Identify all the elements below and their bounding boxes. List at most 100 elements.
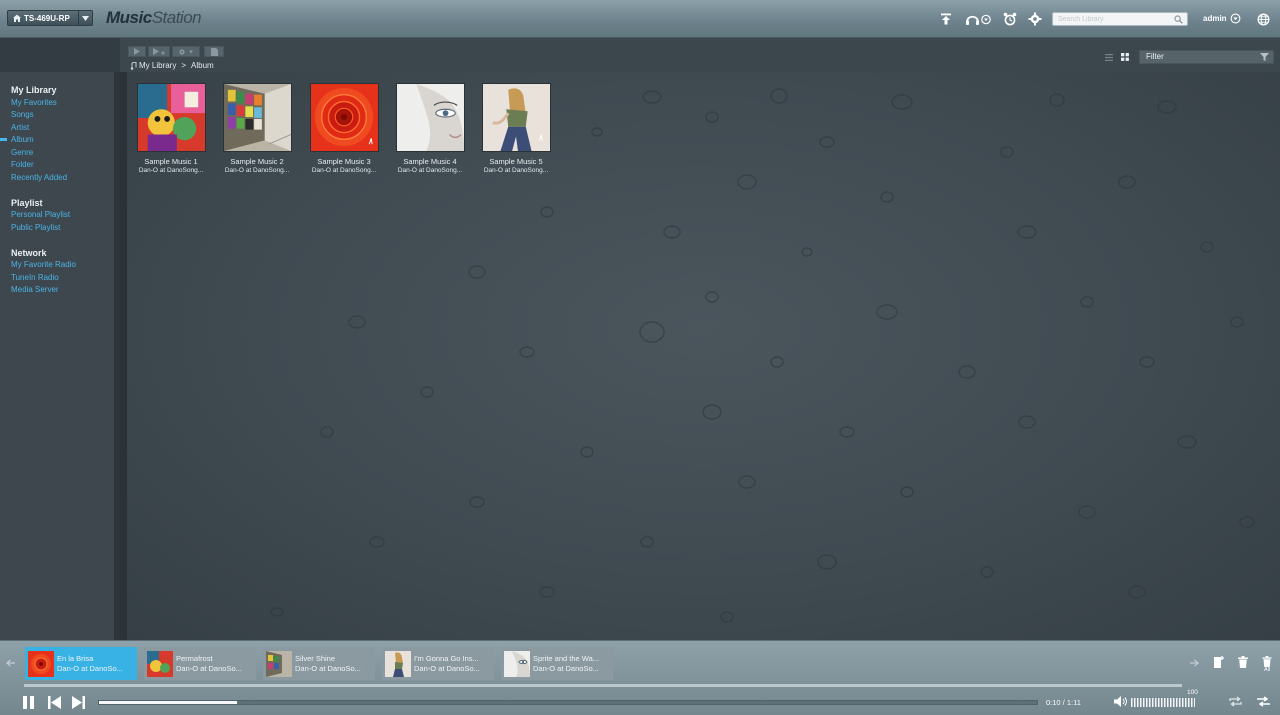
queue-item-artist: Dan-O at DanoSo... [533,664,599,673]
play-plus-icon [153,48,165,55]
trash-icon [1238,656,1248,668]
grid-view-icon [1120,53,1129,61]
list-view-button[interactable] [1101,51,1116,63]
upload-icon[interactable] [938,11,954,27]
gear-dropdown-icon [179,48,193,55]
chevron-down-icon [78,11,92,25]
queue-item-title: Silver Shine [295,654,336,663]
playback-time: 0:10 / 1:11 [1046,698,1081,707]
sidebar-heading-network: Network [11,248,47,258]
breadcrumb-separator: > [181,61,187,70]
search-box [1052,12,1188,26]
queue-item[interactable]: Silver Shine Dan-O at DanoSo... [263,647,375,680]
queue-item[interactable]: I'm Gonna Go Ins... Dan-O at DanoSo... [382,647,494,680]
sidebar-item-songs[interactable]: Songs [11,110,34,119]
pause-button[interactable] [21,694,35,710]
top-bar: TS-469U-RP MusicStation admin [0,0,1280,38]
breadcrumb-root[interactable]: My Library [139,61,176,70]
album-cover[interactable] [395,83,465,152]
queue-item-now-playing[interactable]: En la Brisa Dan-O at DanoSo... [25,647,137,680]
file-info-button[interactable] [204,46,224,57]
grid-view-button[interactable] [1117,51,1132,63]
album-title: Sample Music 3 [317,157,371,166]
playback-progress-fill [99,701,237,704]
sidebar-item-personal-playlist[interactable]: Personal Playlist [11,210,70,219]
sidebar-heading-playlist: Playlist [11,198,43,208]
album-card[interactable]: Sample Music 5 Dan-O at DanoSong... [480,83,552,174]
headphones-output-icon[interactable] [964,11,992,27]
sidebar-item-tunein-radio[interactable]: TuneIn Radio [11,273,59,282]
album-cover[interactable] [309,83,379,152]
album-artist: Dan-O at DanoSong... [224,167,290,174]
sidebar-item-artist[interactable]: Artist [11,123,29,132]
sidebar-item-album[interactable]: Album [11,135,34,144]
sidebar-item-public-playlist[interactable]: Public Playlist [11,223,60,232]
raindrop-background [270,88,1255,623]
queue-thumbnail [504,650,530,677]
sidebar-item-media-server[interactable]: Media Server [11,285,59,294]
selected-indicator [0,138,7,141]
previous-track-button[interactable] [46,694,62,710]
queue-item[interactable]: Sprite and the Wa... Dan-O at DanoSo... [501,647,613,680]
queue-thumbnail [28,650,54,677]
queue-item-title: Sprite and the Wa... [533,654,600,663]
user-menu[interactable]: admin [1203,13,1241,24]
queue-thumbnail [147,650,173,677]
sidebar-item-my-favorite-radio[interactable]: My Favorite Radio [11,260,76,269]
filter-placeholder: Filter [1146,52,1164,61]
sidebar-item-folder[interactable]: Folder [11,160,34,169]
queue-item-title: En la Brisa [57,654,94,663]
trash-all-icon [1262,655,1272,667]
queue-scrollbar[interactable] [24,684,1182,687]
repeat-icon [1228,695,1242,707]
save-playlist-button[interactable] [1212,655,1226,669]
queue-item[interactable]: Permafrost Dan-O at DanoSo... [144,647,256,680]
skip-next-icon [71,695,85,709]
album-cover[interactable] [136,83,206,152]
album-title: Sample Music 2 [230,157,284,166]
sidebar: My Library My Favorites Songs Artist Alb… [0,72,120,640]
filter-field[interactable]: Filter [1139,50,1274,64]
device-name: TS-469U-RP [24,13,70,23]
search-icon[interactable] [1174,15,1183,24]
shuffle-button[interactable] [1256,694,1270,708]
remove-all-button[interactable]: All [1259,654,1275,674]
queue-item-artist: Dan-O at DanoSo... [176,664,242,673]
globe-language-icon[interactable] [1255,11,1271,27]
app-logo: MusicStation [106,8,202,27]
album-artist: Dan-O at DanoSong... [311,167,377,174]
queue-scroll-right-button[interactable] [1188,656,1200,670]
remove-button[interactable] [1236,655,1250,669]
speaker-icon [1113,695,1127,707]
gear-icon[interactable] [1027,11,1043,27]
play-icon [134,48,140,55]
album-card[interactable]: Sample Music 1 Dan-O at DanoSong... [135,83,207,174]
album-card[interactable]: Sample Music 2 Dan-O at DanoSong... [221,83,293,174]
volume-slider[interactable] [1131,698,1195,707]
breadcrumb-current: Album [191,61,214,70]
sidebar-item-recently-added[interactable]: Recently Added [11,173,67,182]
queue-thumbnail [385,650,411,677]
album-cover[interactable] [222,83,292,152]
queue-item-title: Permafrost [176,654,213,663]
album-card[interactable]: Sample Music 3 Dan-O at DanoSong... [308,83,380,174]
repeat-button[interactable] [1228,694,1242,708]
mute-button[interactable] [1113,694,1127,708]
album-cover[interactable] [481,83,551,152]
music-note-icon [130,61,137,70]
playback-progress-slider[interactable] [98,700,1038,705]
search-input[interactable] [1053,13,1171,25]
settings-menu-button[interactable] [172,46,200,57]
sidebar-item-genre[interactable]: Genre [11,148,33,157]
alarm-clock-icon[interactable] [1002,11,1018,27]
next-track-button[interactable] [70,694,86,710]
sidebar-item-my-favorites[interactable]: My Favorites [11,98,57,107]
album-card[interactable]: Sample Music 4 Dan-O at DanoSong... [394,83,466,174]
queue-item-artist: Dan-O at DanoSo... [414,664,480,673]
play-button[interactable] [128,46,146,57]
queue-scroll-left-button[interactable] [4,656,16,670]
add-to-queue-button[interactable] [148,46,170,57]
funnel-icon[interactable] [1260,53,1269,61]
device-selector[interactable]: TS-469U-RP [7,10,93,26]
queue-thumbnail [266,650,292,677]
